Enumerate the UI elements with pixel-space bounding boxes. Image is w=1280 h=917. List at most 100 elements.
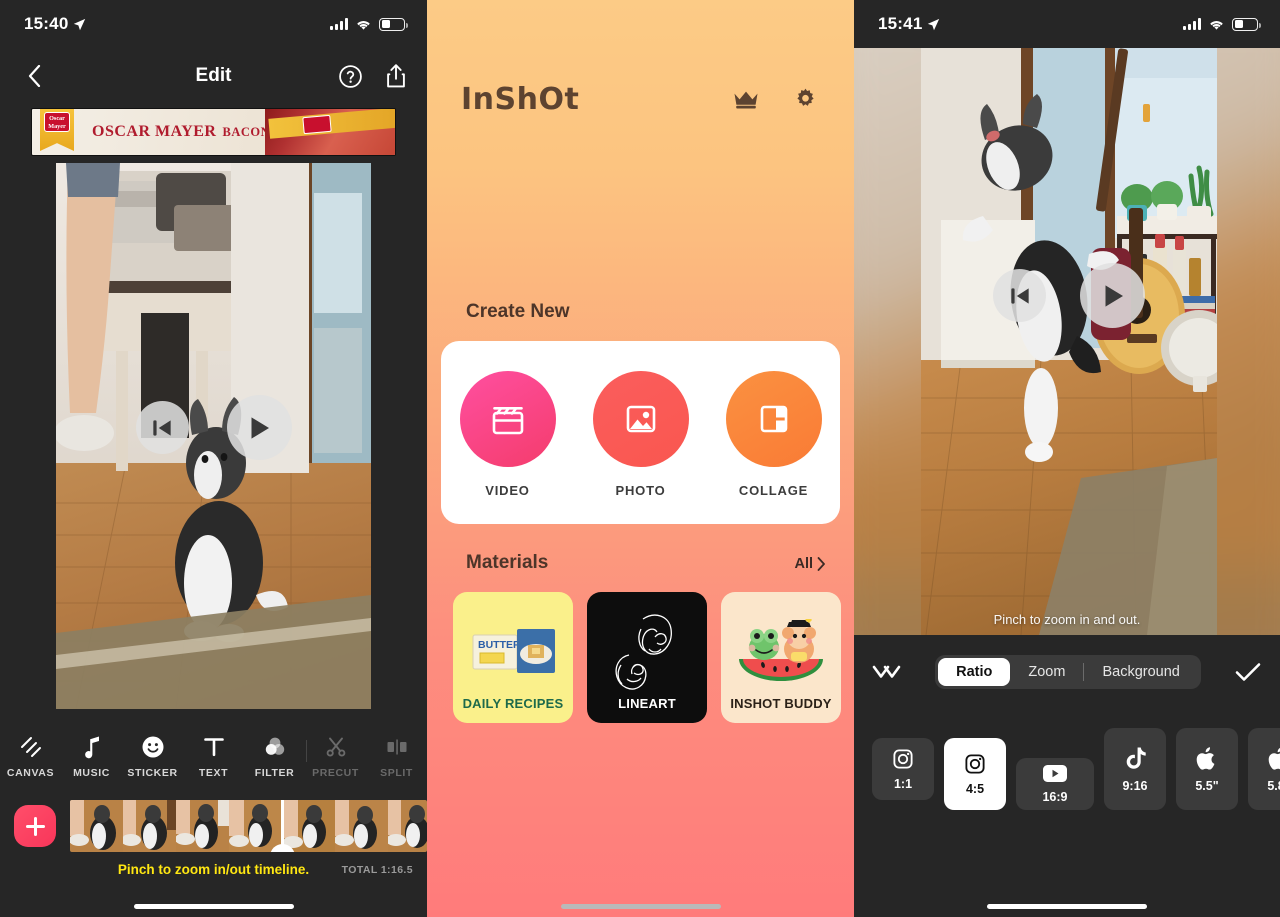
- timeline-frame: [229, 800, 282, 852]
- tab-zoom[interactable]: Zoom: [1010, 658, 1083, 686]
- tiktok-icon: [1126, 747, 1146, 769]
- material-card-lineart[interactable]: LINEART: [587, 592, 707, 723]
- timeline-total-duration: TOTAL 1:16.5: [341, 863, 413, 876]
- advertisement-banner[interactable]: Oscar Mayer OSCAR MAYER BACON: [31, 108, 396, 156]
- create-video-button[interactable]: VIDEO: [459, 371, 556, 498]
- ratio-label: 4:5: [965, 781, 985, 796]
- instagram-icon: [893, 748, 913, 769]
- toolbar-divider: [306, 740, 307, 762]
- timeline-filmstrip[interactable]: [70, 800, 427, 852]
- pro-crown-button[interactable]: [733, 90, 759, 110]
- material-card-inshot-buddy[interactable]: INSHOT BUDDY: [721, 592, 841, 723]
- tool-label: SPLIT: [380, 767, 413, 779]
- video-preview[interactable]: [56, 163, 371, 709]
- ad-line-1: OSCAR MAYER: [92, 123, 217, 140]
- ratio-options-list[interactable]: 1:1 4:5 16:9 9:16 5.5" 5.: [854, 728, 1280, 810]
- ratio-option-1-1[interactable]: 1:1: [872, 738, 934, 800]
- clapperboard-icon: [459, 371, 556, 467]
- create-collage-button[interactable]: COLLAGE: [725, 371, 822, 498]
- ratio-option-9-16[interactable]: 9:16: [1104, 728, 1166, 810]
- tool-label: TEXT: [198, 767, 229, 779]
- timeline-frame: [335, 800, 388, 852]
- timeline-frame: [282, 800, 335, 852]
- previous-frame-button[interactable]: [135, 401, 189, 454]
- photo-icon: [592, 371, 689, 467]
- create-item-label: VIDEO: [485, 483, 530, 498]
- location-arrow-icon: [928, 18, 940, 30]
- ad-line-2: BACON: [222, 125, 271, 139]
- editor-navbar: Edit: [0, 48, 427, 104]
- create-new-header: Create New: [427, 301, 854, 323]
- status-time: 15:40: [24, 14, 86, 34]
- help-button[interactable]: [338, 64, 363, 89]
- status-indicators: [1183, 17, 1261, 31]
- apply-all-button[interactable]: [872, 662, 902, 682]
- material-label: LINEART: [618, 696, 676, 711]
- play-button[interactable]: [226, 395, 292, 460]
- ratio-option-16-9[interactable]: 16:9: [1016, 758, 1094, 810]
- skip-back-icon: [1010, 287, 1029, 304]
- butter-illustration: BUTTER: [453, 614, 573, 690]
- tool-text[interactable]: TEXT: [183, 734, 244, 779]
- lineart-faces-illustration: [587, 614, 707, 690]
- materials-see-all-link[interactable]: All: [794, 556, 826, 572]
- create-item-label: COLLAGE: [738, 483, 809, 498]
- share-icon: [387, 64, 405, 88]
- wifi-icon: [1210, 20, 1223, 30]
- text-t-icon: [202, 734, 226, 760]
- screen-video-editor: 15:40 Edit Oscar Mayer OSCAR MAYER BACON…: [0, 0, 427, 917]
- play-icon: [251, 416, 269, 439]
- editor-toolbar: CANVAS MUSIC STICKER TEXT FILTER PRECUT …: [0, 734, 427, 779]
- materials-header: Materials All: [427, 524, 854, 574]
- tool-canvas[interactable]: CANVAS: [0, 734, 61, 779]
- oscar-mayer-logo-icon: Oscar Mayer: [40, 109, 74, 151]
- section-title: Create New: [466, 301, 570, 322]
- tool-filter[interactable]: FILTER: [244, 734, 305, 779]
- create-item-label: PHOTO: [615, 483, 666, 498]
- play-icon: [1105, 284, 1123, 307]
- tab-background[interactable]: Background: [1084, 658, 1197, 686]
- canvas-mode-tabs: Ratio Zoom Background: [935, 655, 1201, 689]
- add-clip-button[interactable]: [14, 805, 56, 847]
- ratio-option-4-5[interactable]: 4:5: [944, 738, 1006, 810]
- tool-precut[interactable]: PRECUT: [305, 734, 366, 779]
- video-playback-controls: [56, 395, 371, 460]
- materials-carousel[interactable]: BUTTER DAILY RECIPES LINEART INSHOT BUDD…: [427, 574, 854, 723]
- tool-label: CANVAS: [6, 767, 55, 779]
- sticker-smiley-icon: [141, 734, 165, 760]
- back-button[interactable]: [20, 62, 48, 90]
- section-title: Materials: [466, 552, 549, 573]
- ad-text: OSCAR MAYER BACON: [92, 123, 270, 141]
- tool-sticker[interactable]: STICKER: [122, 734, 183, 779]
- play-button[interactable]: [1080, 263, 1145, 328]
- ad-brand-mark: Oscar Mayer: [44, 112, 70, 132]
- youtube-icon: [1043, 765, 1067, 782]
- previous-frame-button[interactable]: [993, 269, 1046, 322]
- home-header: InShOt: [427, 48, 854, 117]
- canvas-preview[interactable]: Pinch to zoom in and out.: [854, 48, 1280, 635]
- create-photo-button[interactable]: PHOTO: [592, 371, 689, 498]
- tab-ratio[interactable]: Ratio: [938, 658, 1011, 686]
- ratio-option-5-8-inch[interactable]: 5.8": [1248, 728, 1280, 810]
- help-circle-icon: [339, 64, 362, 88]
- instagram-icon: [965, 753, 985, 774]
- tool-label: PRECUT: [312, 767, 359, 779]
- wifi-icon: [357, 20, 370, 30]
- settings-button[interactable]: [793, 87, 818, 112]
- confirm-button[interactable]: [1234, 661, 1262, 683]
- ratio-option-5-5-inch[interactable]: 5.5": [1176, 728, 1238, 810]
- timeline-frame: [123, 800, 176, 852]
- timeline-row: [0, 795, 427, 857]
- tool-music[interactable]: MUSIC: [61, 734, 122, 779]
- watermelon-buddies-illustration: [721, 614, 841, 690]
- material-card-daily-recipes[interactable]: BUTTER DAILY RECIPES: [453, 592, 573, 723]
- home-indicator: [133, 904, 294, 909]
- tool-split[interactable]: SPLIT: [366, 734, 427, 779]
- home-indicator: [987, 904, 1147, 909]
- apple-icon: [1196, 746, 1215, 770]
- timeline-frame: [70, 800, 123, 852]
- share-button[interactable]: [385, 63, 407, 89]
- ratio-label: 9:16: [1122, 778, 1148, 793]
- double-chevron-down-icon: [872, 665, 901, 678]
- status-time: 15:41: [878, 14, 940, 34]
